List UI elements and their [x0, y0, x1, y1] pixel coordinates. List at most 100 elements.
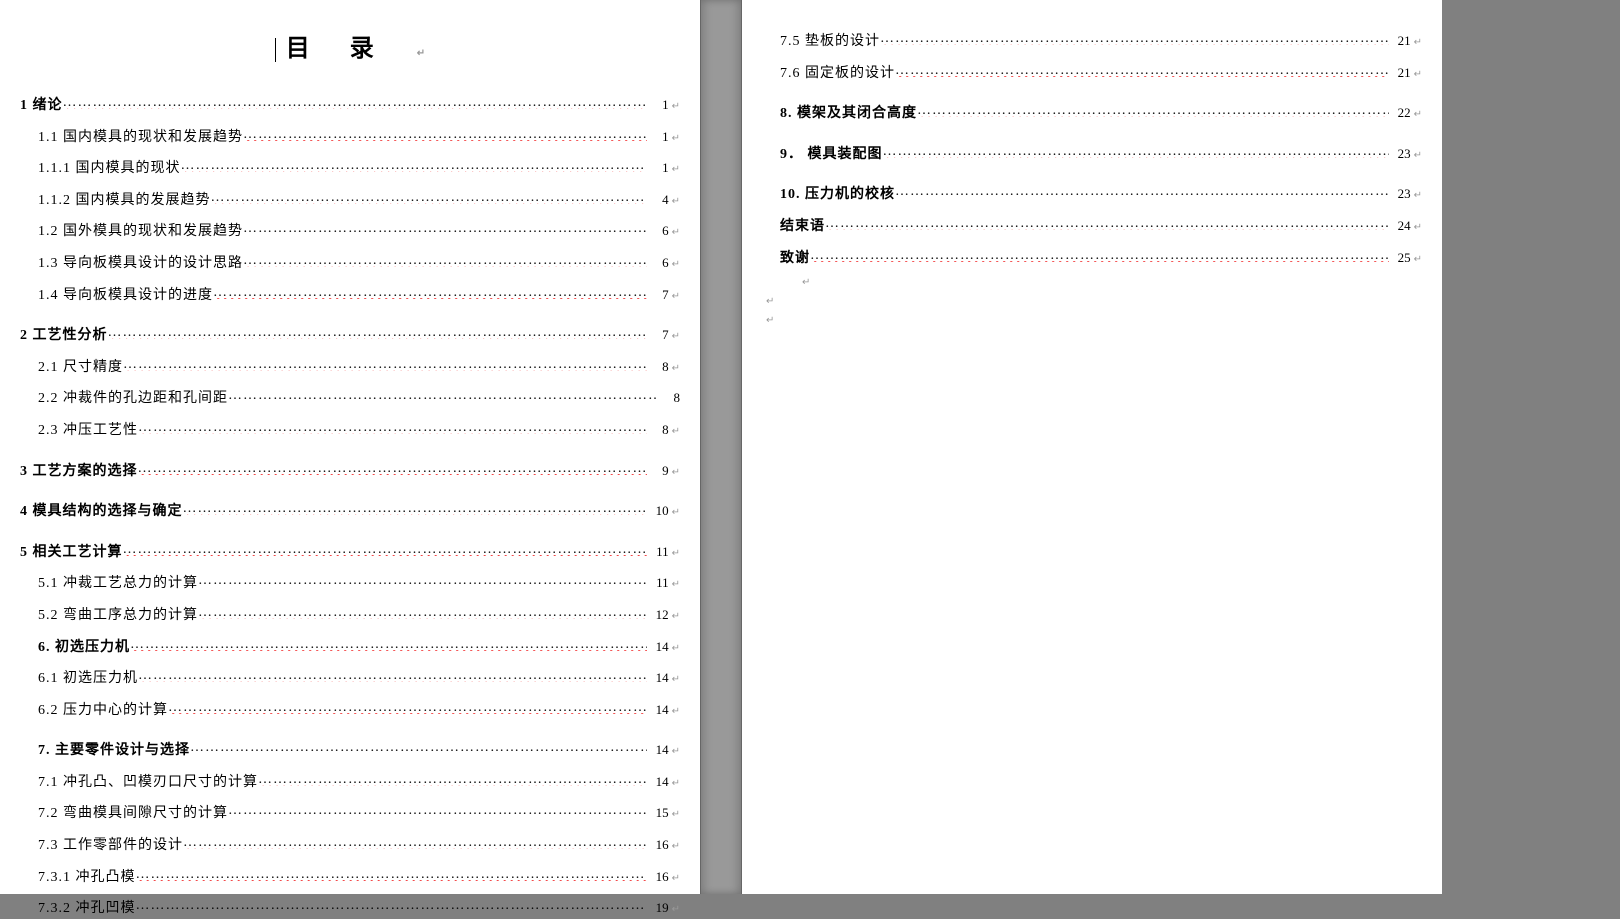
- toc-entry: 1.1.2 国内模具的发展趋势……………………………………………………………………: [20, 188, 680, 211]
- toc-entry-label: 2 工艺性分析: [20, 326, 108, 346]
- toc-entry: 致谢………………………………………………………………………………………………………: [762, 246, 1422, 269]
- return-mark: ↵: [1414, 189, 1422, 203]
- toc-leader-dots: ……………………………………………………………………………………………………………: [183, 833, 647, 849]
- return-mark: ↵: [672, 258, 680, 272]
- toc-entry: 结束语……………………………………………………………………………………………………: [762, 214, 1422, 237]
- toc-entry: 1.1.1 国内模具的现状…………………………………………………………………………: [20, 156, 680, 179]
- toc-entry-page: 11: [647, 543, 669, 561]
- document-page-left: 目录↵ 1 绪论………………………………………………………………………………………: [0, 0, 700, 894]
- toc-entry-label: 1 绪论: [20, 96, 63, 116]
- toc-entry-label: 5.1 冲裁工艺总力的计算: [38, 574, 198, 594]
- return-mark: ↵: [1414, 149, 1422, 163]
- return-mark: ↵: [1414, 36, 1422, 50]
- return-mark: ↵: [672, 506, 680, 520]
- return-mark: ↵: [672, 578, 680, 592]
- toc-entry-label: 7.3 工作零部件的设计: [38, 836, 183, 856]
- return-mark: ↵: [672, 290, 680, 304]
- toc-entry: 7.3 工作零部件的设计……………………………………………………………………………: [20, 833, 680, 856]
- toc-entry-page: 16: [647, 836, 669, 854]
- toc-leader-dots: ……………………………………………………………………………………………………………: [895, 61, 1389, 77]
- toc-entry-page: 25: [1389, 249, 1411, 267]
- toc-entry: 7.3.2 冲孔凹模…………………………………………………………………………………: [20, 896, 680, 919]
- toc-leader-dots: ……………………………………………………………………………………………………………: [190, 738, 647, 754]
- return-mark: ↵: [672, 132, 680, 146]
- toc-entry-label: 致谢: [780, 249, 810, 269]
- toc-entry: 10. 压力机的校核…………………………………………………………………………………: [762, 182, 1422, 205]
- toc-entry-page: 4: [647, 191, 669, 209]
- toc-entry-label: 4 模具结构的选择与确定: [20, 502, 183, 522]
- toc-entry: 6. 初选压力机………………………………………………………………………………………: [20, 635, 680, 658]
- toc-entry-page: 24: [1389, 217, 1411, 235]
- toc-entry-label: 7.5 垫板的设计: [780, 32, 880, 52]
- toc-entry: 6.2 压力中心的计算………………………………………………………………………………: [20, 698, 680, 721]
- toc-entry-label: 2.3 冲压工艺性: [38, 421, 138, 441]
- toc-entry-page: 15: [647, 804, 669, 822]
- toc-entry-label: 9． 模具装配图: [780, 145, 883, 165]
- toc-entry: 3 工艺方案的选择……………………………………………………………………………………: [20, 459, 680, 482]
- toc-entry-page: 12: [647, 606, 669, 624]
- toc-entry-page: 22: [1389, 104, 1411, 122]
- toc-entry-page: 14: [647, 701, 669, 719]
- toc-entry-label: 7. 主要零件设计与选择: [38, 741, 190, 761]
- toc-entry: 2.3 冲压工艺性……………………………………………………………………………………: [20, 418, 680, 441]
- toc-entry-page: 8: [647, 421, 669, 439]
- toc-entry-label: 10. 压力机的校核: [780, 185, 895, 205]
- toc-leader-dots: ……………………………………………………………………………………………………………: [138, 666, 647, 682]
- return-mark: ↵: [672, 777, 680, 791]
- paragraph-mark: ↵: [762, 296, 1422, 307]
- toc-entry-page: 14: [647, 638, 669, 656]
- return-mark: ↵: [672, 673, 680, 687]
- toc-entry: 1.3 导向板模具设计的设计思路…………………………………………………………………: [20, 251, 680, 274]
- toc-entry: 7.2 弯曲模具间隙尺寸的计算……………………………………………………………………: [20, 801, 680, 824]
- toc-entry-page: 1: [647, 96, 669, 114]
- toc-leader-dots: ……………………………………………………………………………………………………………: [168, 698, 647, 714]
- toc-list-left: 1 绪论 …………………………………………………………………………………………………: [20, 93, 680, 919]
- toc-entry-page: 8: [658, 389, 680, 407]
- toc-entry-label: 1.2 国外模具的现状和发展趋势: [38, 222, 243, 242]
- return-mark: ↵: [672, 705, 680, 719]
- toc-leader-dots: ……………………………………………………………………………………………………………: [108, 323, 647, 339]
- toc-list-right: 7.5 垫板的设计 ……………………………………………………………………………………: [762, 29, 1422, 268]
- toc-entry: 6.1 初选压力机……………………………………………………………………………………: [20, 666, 680, 689]
- return-mark: ↵: [1414, 221, 1422, 235]
- toc-entry-page: 19: [647, 899, 669, 917]
- toc-leader-dots: ……………………………………………………………………………………………………………: [123, 355, 647, 371]
- return-mark: ↵: [672, 330, 680, 344]
- toc-entry: 7.6 固定板的设计…………………………………………………………………………………: [762, 61, 1422, 84]
- toc-entry-page: 23: [1389, 185, 1411, 203]
- toc-entry: 7. 主要零件设计与选择……………………………………………………………………………: [20, 738, 680, 761]
- toc-entry-page: 10: [647, 502, 669, 520]
- return-mark: ↵: [672, 195, 680, 209]
- toc-entry-page: 6: [647, 222, 669, 240]
- toc-entry-page: 8: [647, 358, 669, 376]
- return-mark: ↵: [417, 48, 465, 59]
- toc-entry-label: 1.1.2 国内模具的发展趋势: [38, 191, 211, 211]
- paragraph-mark: ↵: [762, 315, 1422, 326]
- return-mark: ↵: [672, 610, 680, 624]
- return-mark: ↵: [672, 466, 680, 480]
- toc-entry: 5 相关工艺计算………………………………………………………………………………………: [20, 540, 680, 563]
- toc-entry: 5.2 弯曲工序总力的计算…………………………………………………………………………: [20, 603, 680, 626]
- toc-entry-page: 21: [1389, 32, 1411, 50]
- return-mark: ↵: [672, 872, 680, 886]
- return-mark: ↵: [1414, 68, 1422, 82]
- toc-entry-page: 1: [647, 128, 669, 146]
- return-mark: ↵: [672, 547, 680, 561]
- paragraph-mark: ↵: [798, 277, 1422, 288]
- toc-entry: 8. 模架及其闭合高度………………………………………………………………………………: [762, 101, 1422, 124]
- toc-entry-label: 6.2 压力中心的计算: [38, 701, 168, 721]
- return-mark: ↵: [672, 425, 680, 439]
- toc-leader-dots: ……………………………………………………………………………………………………………: [895, 182, 1389, 198]
- toc-entry-label: 3 工艺方案的选择: [20, 462, 138, 482]
- return-mark: ↵: [672, 840, 680, 854]
- toc-leader-dots: ……………………………………………………………………………………………………………: [138, 418, 647, 434]
- toc-entry-label: 7.6 固定板的设计: [780, 64, 895, 84]
- return-mark: ↵: [672, 642, 680, 656]
- toc-entry: 9． 模具装配图………………………………………………………………………………………: [762, 142, 1422, 165]
- toc-entry-label: 1.3 导向板模具设计的设计思路: [38, 254, 243, 274]
- toc-entry: 1.2 国外模具的现状和发展趋势…………………………………………………………………: [20, 219, 680, 242]
- return-mark: ↵: [1414, 108, 1422, 122]
- toc-leader-dots: ……………………………………………………………………………………………………………: [123, 540, 647, 556]
- toc-entry-label: 7.1 冲孔凸、凹模刃口尺寸的计算: [38, 773, 258, 793]
- toc-entry-page: 21: [1389, 64, 1411, 82]
